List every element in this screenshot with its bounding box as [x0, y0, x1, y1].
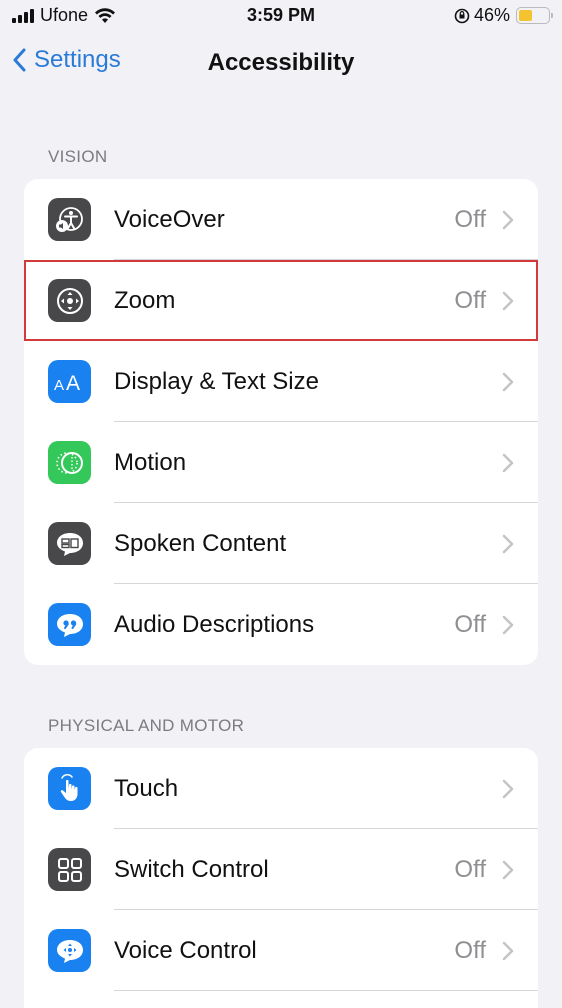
chevron-right-icon — [502, 453, 514, 473]
chevron-right-icon — [502, 860, 514, 880]
row-spoken-content[interactable]: Spoken Content — [24, 503, 538, 584]
row-label: Switch Control — [114, 855, 269, 883]
row-display-text-size[interactable]: A A Display & Text Size — [24, 341, 538, 422]
switch-control-icon — [48, 848, 91, 891]
row-label: Motion — [114, 448, 187, 476]
row-label: Display & Text Size — [114, 367, 319, 395]
page-title: Accessibility — [207, 49, 355, 76]
row-switch-control[interactable]: Switch Control Off — [24, 829, 538, 910]
section-header-physical-motor: PHYSICAL AND MOTOR — [48, 716, 245, 735]
vision-group: VoiceOver Off Zoom Off A A Display & Tex… — [24, 179, 538, 665]
motion-icon — [48, 441, 91, 484]
svg-text:A: A — [54, 377, 64, 393]
chevron-right-icon — [502, 941, 514, 961]
row-value: Off — [454, 205, 486, 233]
row-label: Touch — [114, 774, 179, 802]
svg-text:A: A — [66, 372, 80, 393]
row-zoom[interactable]: Zoom Off — [24, 260, 538, 341]
voiceover-icon — [48, 198, 91, 241]
row-voiceover[interactable]: VoiceOver Off — [24, 179, 538, 260]
row-label: Voice Control — [114, 936, 257, 964]
navigation-bar: Settings Accessibility — [0, 38, 562, 88]
touch-icon — [48, 767, 91, 810]
voice-control-icon — [48, 929, 91, 972]
row-motion[interactable]: Motion — [24, 422, 538, 503]
battery-fill — [519, 10, 532, 21]
row-label: Zoom — [114, 286, 176, 314]
chevron-right-icon — [502, 615, 514, 635]
audio-descriptions-icon — [48, 603, 91, 646]
chevron-right-icon — [502, 534, 514, 554]
zoom-icon — [48, 279, 91, 322]
row-value: Off — [454, 936, 486, 964]
display-text-size-icon: A A — [48, 360, 91, 403]
row-audio-descriptions[interactable]: Audio Descriptions Off — [24, 584, 538, 665]
battery-icon — [516, 7, 553, 24]
row-voice-control[interactable]: Voice Control Off — [24, 910, 538, 991]
status-bar: Ufone 3:59 PM 46% — [0, 0, 562, 34]
row-value: Off — [454, 286, 486, 314]
row-value: Off — [454, 610, 486, 638]
chevron-right-icon — [502, 210, 514, 230]
orientation-lock-icon — [454, 8, 470, 23]
battery-percent: 46% — [473, 5, 510, 25]
row-label: VoiceOver — [114, 205, 225, 233]
spoken-content-icon — [48, 522, 91, 565]
row-value: Off — [454, 855, 486, 883]
row-separator — [114, 990, 538, 991]
chevron-right-icon — [502, 291, 514, 311]
chevron-right-icon — [502, 779, 514, 799]
row-label: Spoken Content — [114, 529, 287, 557]
section-header-vision: VISION — [48, 147, 108, 166]
row-label: Audio Descriptions — [114, 610, 315, 638]
physical-motor-group: Touch Switch Control Off Voice Control O… — [24, 748, 538, 1008]
row-touch[interactable]: Touch — [24, 748, 538, 829]
chevron-right-icon — [502, 372, 514, 392]
